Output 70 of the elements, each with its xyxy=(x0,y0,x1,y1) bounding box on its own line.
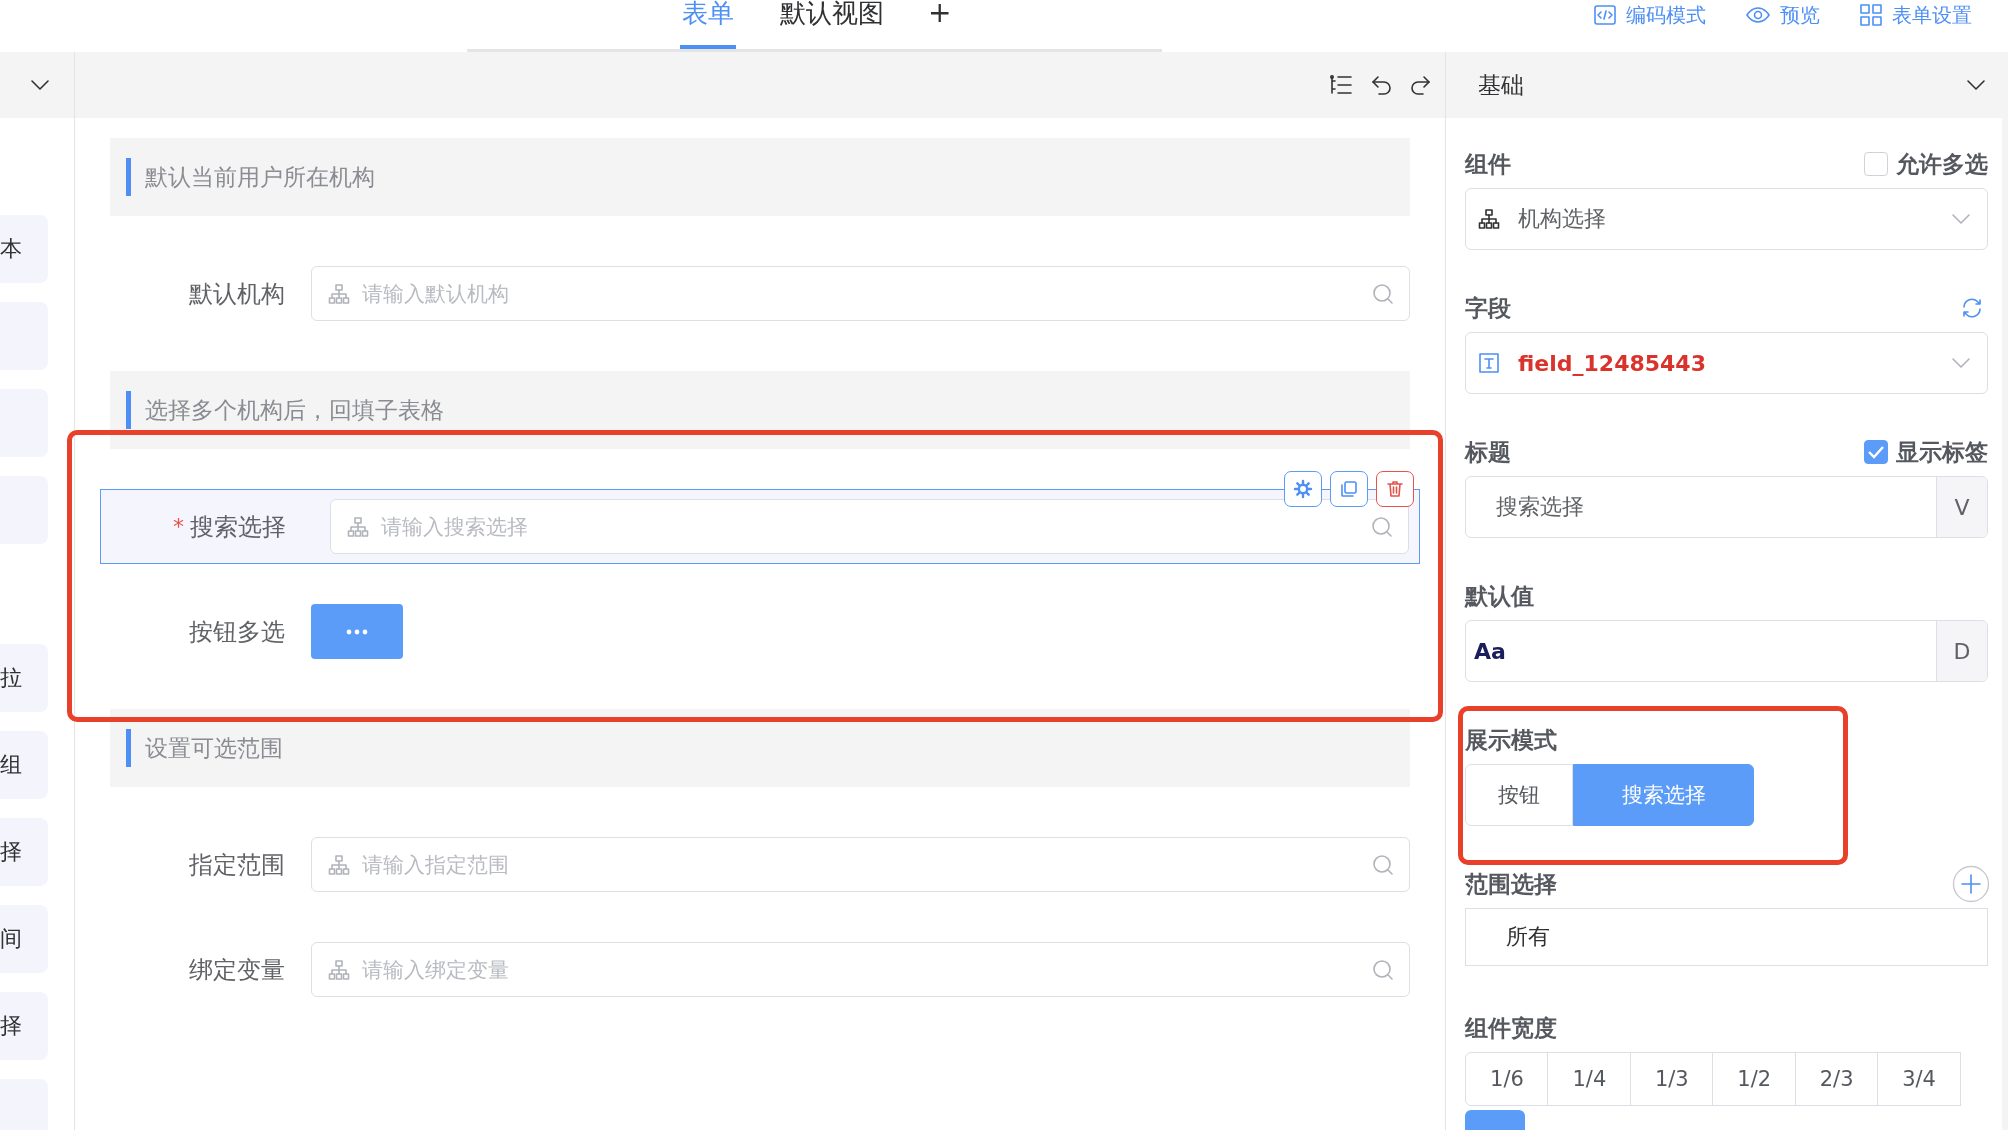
search-icon[interactable] xyxy=(1371,852,1395,877)
grid-icon xyxy=(1860,4,1882,26)
section-title: 默认当前用户所在机构 xyxy=(145,162,375,192)
chevron-down-icon[interactable] xyxy=(30,79,50,91)
add-tab-button[interactable]: + xyxy=(928,0,952,28)
select-field[interactable]: field_12485443 xyxy=(1465,332,1988,394)
component-item[interactable]: 组 xyxy=(0,731,48,799)
component-item[interactable]: 拉 xyxy=(0,644,48,712)
component-item[interactable]: 择 xyxy=(0,992,48,1060)
component-item[interactable]: 间 xyxy=(0,905,48,973)
option-button[interactable] xyxy=(1465,1110,1525,1130)
width-option[interactable]: 1/3 xyxy=(1629,1052,1714,1106)
range-field[interactable]: 所有 xyxy=(1465,908,1988,966)
plus-circle-icon[interactable] xyxy=(1952,865,1990,903)
checkbox-label: 允许多选 xyxy=(1896,149,1988,179)
panel-title: 基础 xyxy=(1478,70,1524,100)
copy-icon xyxy=(1339,479,1359,499)
tab[interactable]: 默认视图 xyxy=(778,0,886,43)
width-option[interactable]: 2/3 xyxy=(1794,1052,1879,1106)
checkbox[interactable] xyxy=(1864,440,1888,464)
section-title: 设置可选范围 xyxy=(145,733,283,763)
copy-button[interactable] xyxy=(1330,471,1368,507)
width-option[interactable]: 1/4 xyxy=(1547,1052,1632,1106)
property-label: 组件宽度 xyxy=(1465,1013,1557,1043)
component-item[interactable]: 本 xyxy=(0,215,48,283)
field-label: 搜索选择 xyxy=(190,511,286,543)
property-label: 展示模式 xyxy=(1465,725,1557,755)
width-option[interactable]: 1/2 xyxy=(1712,1052,1797,1106)
required-mark: * xyxy=(173,514,184,539)
property-label: 默认值 xyxy=(1465,581,1534,611)
redo-icon[interactable] xyxy=(1409,73,1433,97)
delete-button[interactable] xyxy=(1376,471,1414,507)
text-field-icon xyxy=(1478,352,1500,374)
property-label: 范围选择 xyxy=(1465,869,1557,899)
search-icon[interactable] xyxy=(1371,281,1395,306)
refresh-icon[interactable] xyxy=(1960,296,1984,320)
settings-button[interactable] xyxy=(1284,471,1322,507)
check-icon xyxy=(1867,445,1885,459)
org-chart-icon xyxy=(328,853,350,876)
selected-form-row[interactable]: * 搜索选择 请输入搜索选择 xyxy=(100,489,1420,564)
property-label: 组件 xyxy=(1465,149,1511,179)
org-chart-icon xyxy=(328,282,350,305)
org-chart-icon xyxy=(1478,208,1500,230)
more-icon xyxy=(346,628,368,635)
more-button[interactable] xyxy=(311,604,403,659)
property-label: 标题 xyxy=(1465,437,1511,467)
field-label: 绑定变量 xyxy=(189,954,285,986)
list-indent-icon[interactable] xyxy=(1329,73,1353,97)
width-option[interactable]: 3/4 xyxy=(1877,1052,1962,1106)
section-title: 选择多个机构后，回填子表格 xyxy=(145,395,444,425)
checkbox-label: 显示标签 xyxy=(1896,437,1988,467)
field-label: 指定范围 xyxy=(189,849,285,881)
segment-button[interactable]: 按钮 xyxy=(1465,764,1573,826)
field-label: 按钮多选 xyxy=(189,616,285,648)
field-label: 默认机构 xyxy=(189,278,285,310)
gear-icon xyxy=(1293,479,1313,499)
undo-icon[interactable] xyxy=(1369,73,1393,97)
org-chart-icon xyxy=(347,515,369,538)
width-option[interactable]: 1/6 xyxy=(1465,1052,1549,1106)
code-icon xyxy=(1594,5,1616,25)
select-field[interactable]: 机构选择 xyxy=(1465,188,1988,250)
checkbox[interactable] xyxy=(1864,152,1888,176)
chevron-down-icon[interactable] xyxy=(1966,79,1986,91)
property-label: 字段 xyxy=(1465,293,1511,323)
search-icon[interactable] xyxy=(1370,514,1394,539)
search-icon[interactable] xyxy=(1371,957,1395,982)
org-chart-icon xyxy=(328,958,350,981)
eye-icon xyxy=(1746,5,1770,25)
trash-icon xyxy=(1385,479,1405,499)
component-item[interactable]: 择 xyxy=(0,818,48,886)
